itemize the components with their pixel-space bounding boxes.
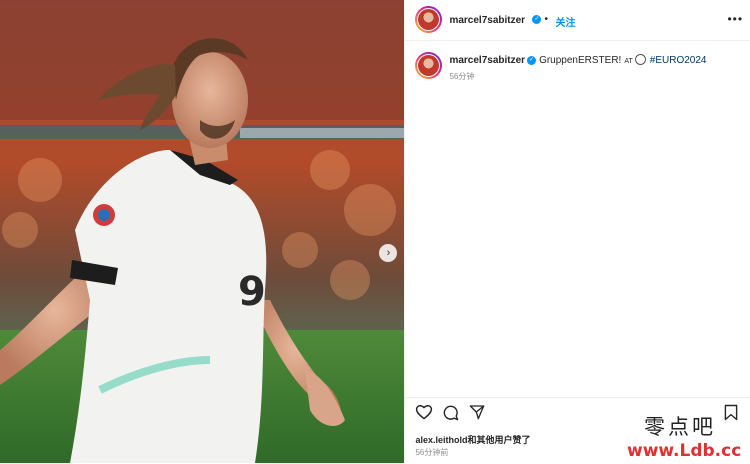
caption-text: marcel7sabitzer ✓ GruppenERSTER! AT #EURO202… — [449, 54, 707, 67]
avatar[interactable] — [415, 6, 443, 33]
separator-dot: • — [544, 14, 548, 25]
likes-summary[interactable]: alex.leithold和其他用户赞了 — [415, 433, 530, 446]
post-header: marcel7sabitzer ✓ • 关注 ••• — [405, 0, 750, 41]
header-username[interactable]: marcel7sabitzer — [449, 15, 525, 26]
caption-timestamp: 56分钟 — [449, 72, 475, 81]
caption-username[interactable]: marcel7sabitzer — [449, 55, 525, 66]
comment-icon[interactable] — [442, 404, 459, 421]
post-sidebar: marcel7sabitzer ✓ • 关注 ••• marcel7sabitz… — [404, 0, 750, 463]
posted-time[interactable]: 56分钟前 — [415, 447, 448, 458]
more-icon[interactable]: ••• — [727, 12, 743, 26]
verified-badge-icon: ✓ — [527, 56, 537, 65]
next-photo-button[interactable]: › — [379, 244, 397, 262]
post-photo[interactable]: 9 › — [0, 0, 405, 463]
country-tag: AT — [624, 58, 633, 66]
chevron-right-icon: › — [386, 246, 391, 259]
verified-badge-icon: ✓ — [532, 15, 542, 24]
caption-avatar[interactable] — [415, 52, 443, 79]
svg-text:9: 9 — [238, 269, 266, 315]
instagram-post: 9 › marcel7sabitzer ✓ • 关注 ••• marcel7sa… — [0, 0, 750, 463]
player-photo: 9 — [0, 0, 405, 463]
send-icon[interactable] — [469, 404, 485, 420]
soccer-ball-icon — [634, 54, 646, 65]
heart-icon[interactable] — [415, 404, 433, 420]
watermark-chinese: 零点吧 — [644, 415, 716, 439]
follow-button[interactable]: 关注 — [555, 14, 575, 29]
watermark-site: www.Ldb.cc — [627, 441, 742, 461]
hashtag-link[interactable]: #EURO2024 — [650, 55, 707, 66]
bookmark-icon[interactable] — [724, 404, 738, 421]
caption-body: GruppenERSTER! — [539, 55, 622, 67]
